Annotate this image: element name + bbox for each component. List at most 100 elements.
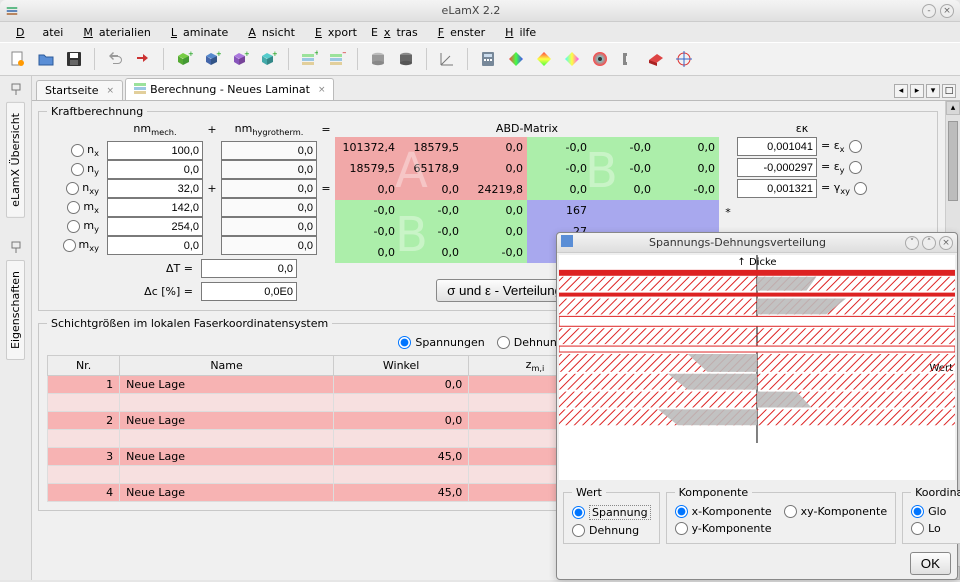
close-icon[interactable]: ×	[940, 4, 954, 18]
menu-hilfe[interactable]: Hilfe	[493, 24, 542, 41]
radio-x-komp[interactable]: x-Komponente	[675, 505, 772, 518]
angle-icon[interactable]	[435, 47, 459, 71]
ok-button[interactable]: OK	[910, 552, 951, 575]
menu-fenster[interactable]: Fenster	[426, 24, 491, 41]
force-row-label[interactable]: nx	[47, 143, 103, 158]
radio-xy-komp[interactable]: xy-Komponente	[784, 505, 887, 518]
crosshair-icon[interactable]	[672, 47, 696, 71]
mech-input[interactable]	[107, 236, 203, 255]
layers-minus-icon[interactable]: −	[325, 47, 349, 71]
hygro-input[interactable]	[221, 236, 317, 255]
fieldset-legend: Wert	[572, 486, 606, 499]
close-tab-icon[interactable]: ×	[318, 85, 326, 95]
menu-materialien[interactable]: Materialien	[71, 24, 157, 41]
table-header[interactable]: Name	[120, 356, 334, 376]
force-row-label[interactable]: mx	[47, 200, 103, 215]
mech-input[interactable]	[107, 141, 203, 160]
hygro-input[interactable]	[221, 179, 317, 198]
save-button[interactable]	[62, 47, 86, 71]
mech-input[interactable]	[107, 198, 203, 217]
tab-prev-button[interactable]: ◂	[894, 84, 908, 98]
mech-input[interactable]	[107, 217, 203, 236]
open-file-button[interactable]	[34, 47, 58, 71]
force-row-label[interactable]: mxy	[47, 238, 103, 253]
ek-value[interactable]	[737, 158, 817, 177]
redo-button[interactable]	[131, 47, 155, 71]
close-tab-icon[interactable]: ×	[107, 86, 115, 96]
calculator-icon[interactable]	[476, 47, 500, 71]
ek-value[interactable]	[737, 137, 817, 156]
verteilung-button[interactable]: σ und ε - Verteilung	[436, 279, 573, 302]
sidebar-tab-eigenschaften[interactable]: Eigenschaften	[6, 260, 25, 360]
radio-spannungen[interactable]: Spannungen	[398, 336, 484, 349]
scroll-thumb[interactable]	[948, 121, 958, 201]
dialog-max-icon[interactable]: ˄	[922, 236, 936, 250]
tab-startseite[interactable]: Startseite×	[36, 80, 123, 100]
hygro-input[interactable]	[221, 217, 317, 236]
deltaT-input[interactable]	[201, 259, 297, 278]
radio-dehnung[interactable]: Dehnung	[572, 524, 651, 537]
ek-label: = γxy	[821, 181, 850, 196]
minimize-icon[interactable]: ‑	[922, 4, 936, 18]
hygro-input[interactable]	[221, 160, 317, 179]
radio-spannung[interactable]: Spannung	[572, 505, 651, 520]
deltaC-input[interactable]	[201, 282, 297, 301]
tab-next-button[interactable]: ▸	[910, 84, 924, 98]
ek-value[interactable]	[737, 179, 817, 198]
sidebar-tab-uebersicht[interactable]: eLamX Übersicht	[6, 102, 25, 218]
ek-radio[interactable]	[854, 182, 867, 195]
hygro-input[interactable]	[221, 141, 317, 160]
layers-plus-icon[interactable]: +	[297, 47, 321, 71]
cylinder-grey-icon[interactable]	[366, 47, 390, 71]
rainbow-diamond3-icon[interactable]	[560, 47, 584, 71]
table-header[interactable]: Winkel	[333, 356, 468, 376]
window-titlebar: eLamX 2.2 ‑ ×	[0, 0, 960, 22]
koord-fieldset: Koordina Glo Lo	[902, 486, 960, 544]
disc-rainbow-icon[interactable]	[588, 47, 612, 71]
pin-icon[interactable]	[9, 82, 23, 96]
radio-y-komp[interactable]: y-Komponente	[675, 522, 888, 535]
rainbow-diamond2-icon[interactable]	[532, 47, 556, 71]
undo-button[interactable]	[103, 47, 127, 71]
ek-radio[interactable]	[849, 161, 862, 174]
pin-icon[interactable]	[9, 240, 23, 254]
mech-input[interactable]	[107, 160, 203, 179]
abd-header: ABD-Matrix	[496, 122, 558, 137]
menu-ansicht[interactable]: Ansicht	[236, 24, 301, 41]
dialog-close-icon[interactable]: ×	[939, 236, 953, 250]
dialog-min-icon[interactable]: ˅	[905, 236, 919, 250]
fieldset-legend: Schichtgrößen im lokalen Faserkoordinate…	[47, 317, 332, 330]
rainbow-diamond1-icon[interactable]	[504, 47, 528, 71]
mech-input[interactable]	[107, 179, 203, 198]
hygro-input[interactable]	[221, 198, 317, 217]
tab-maximize-button[interactable]: □	[942, 84, 956, 98]
menu-extras[interactable]: Extras	[365, 24, 424, 41]
tab-berechnung[interactable]: Berechnung - Neues Laminat×	[125, 78, 334, 100]
scroll-up-icon[interactable]: ▴	[946, 101, 960, 115]
table-header[interactable]: Nr.	[48, 356, 120, 376]
radio-global[interactable]: Glo	[911, 505, 960, 518]
fieldset-legend: Kraftberechnung	[47, 105, 147, 118]
svg-text:+: +	[216, 50, 221, 58]
deltaC-label: Δc [%] =	[47, 285, 197, 298]
radio-lokal[interactable]: Lo	[911, 522, 960, 535]
tab-list-button[interactable]: ▾	[926, 84, 940, 98]
force-row-label[interactable]: nxy	[47, 181, 103, 196]
force-row-label[interactable]: my	[47, 219, 103, 234]
new-file-button[interactable]	[6, 47, 30, 71]
cuboid-teal-plus-icon[interactable]: +	[256, 47, 280, 71]
cuboid-green-plus-icon[interactable]: +	[172, 47, 196, 71]
komponente-fieldset: Komponente x-Komponente xy-Komponente y-…	[666, 486, 897, 544]
menu-laminate[interactable]: Laminate	[159, 24, 234, 41]
force-row-label[interactable]: ny	[47, 162, 103, 177]
bracket-icon[interactable]	[616, 47, 640, 71]
svg-text:+: +	[314, 50, 318, 57]
ek-radio[interactable]	[849, 140, 862, 153]
cuboid-purple-plus-icon[interactable]: +	[228, 47, 252, 71]
cuboid-blue-plus-icon[interactable]: +	[200, 47, 224, 71]
menu-export[interactable]: Export	[303, 24, 363, 41]
menu-datei[interactable]: Datei	[4, 24, 69, 41]
dialog-titlebar[interactable]: Spannungs-Dehnungsverteilung ˅ ˄ ×	[557, 233, 957, 253]
cylinder-dark-icon[interactable]	[394, 47, 418, 71]
slab-red-icon[interactable]	[644, 47, 668, 71]
